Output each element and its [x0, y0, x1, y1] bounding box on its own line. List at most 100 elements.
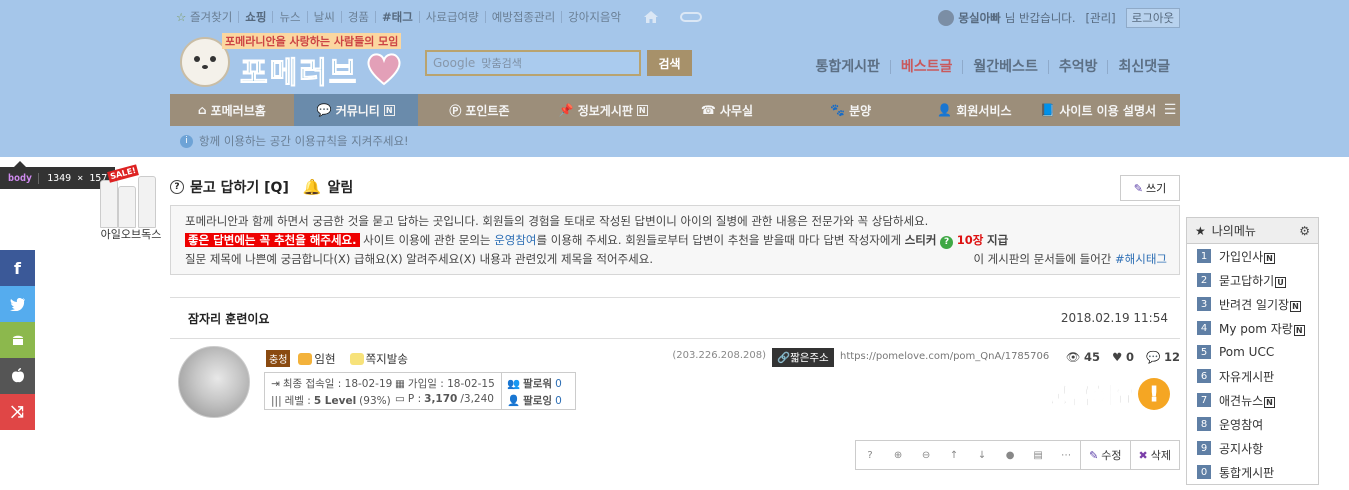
operation-link[interactable]: 운영참여 — [494, 233, 536, 247]
alarm-link[interactable]: 알림 — [328, 177, 354, 197]
nav-info-board[interactable]: 📌 정보게시판 N — [541, 94, 665, 126]
eye-icon: 👁 — [1065, 350, 1081, 364]
new-badge-icon: N — [383, 104, 395, 116]
favorites-link[interactable]: ☆ 즐겨찾기 — [170, 11, 240, 23]
nav-home[interactable]: ⌂ 포메러브홈 — [170, 94, 294, 126]
help-icon[interactable]: ? — [856, 450, 884, 461]
my-menu-header: ★ 나의메뉴 ⚙ — [1187, 218, 1318, 244]
x-icon: ✖ — [1138, 448, 1148, 462]
delete-button[interactable]: ✖ 삭제 — [1129, 441, 1179, 469]
desc-line-1: 포메라니안과 함께 하면서 궁금한 것을 묻고 답하는 곳입니다. 회원들의 경… — [185, 214, 929, 228]
nav-site-guide[interactable]: 📘 사이트 이용 설명서 — [1036, 94, 1160, 126]
quick-link-memories[interactable]: 추억방 — [1049, 60, 1109, 74]
zoom-out-icon[interactable]: ⊖ — [912, 450, 940, 461]
nav-community[interactable]: 💬 커뮤니티 N — [293, 94, 418, 126]
menu-number: 3 — [1197, 297, 1211, 311]
shopping-link[interactable]: 쇼핑 — [239, 11, 274, 23]
quick-link-monthly-best[interactable]: 월간베스트 — [963, 60, 1049, 74]
nav-adoption[interactable]: 🐾 분양 — [789, 94, 913, 126]
top-bar: ☆ 즐겨찾기 쇼핑 뉴스 날씨 경품 #태그 사료급여량 예방접종관리 강아지음… — [170, 0, 1180, 34]
login-icon: ⇥ — [271, 377, 280, 390]
edit-button[interactable]: ✎ 수정 — [1080, 441, 1129, 469]
home-icon — [644, 11, 659, 23]
home-button[interactable] — [635, 6, 667, 28]
post-header: 잠자리 훈련이요 2018.02.19 11:54 — [170, 297, 1180, 339]
card-icon: ▭ — [395, 393, 405, 405]
follower-info[interactable]: 👥 팔로워 0 — [507, 376, 562, 391]
send-message-button[interactable]: 쪽지발송 — [349, 351, 408, 367]
devtools-tag: body — [8, 172, 33, 184]
logo-row: 포메라니안을 사랑하는 사람들의 모임 포메러브 Google 맞춤검색 검색 … — [170, 30, 1180, 92]
hashtag-link[interactable]: #해시태그 — [1115, 252, 1167, 266]
facebook-icon[interactable]: f — [0, 250, 35, 286]
side-ad[interactable]: SALE! 아일오브독스 — [96, 164, 166, 241]
search-button[interactable]: 검색 — [647, 50, 692, 76]
menu-label: 통합게시판 — [1219, 465, 1275, 480]
author-link[interactable]: 임현 — [298, 351, 336, 367]
nav-office[interactable]: ☎ 사무실 — [665, 94, 789, 126]
ad-bottle — [100, 180, 118, 228]
apple-icon[interactable] — [0, 358, 35, 394]
badge-icon: N — [1293, 324, 1305, 336]
menu-item[interactable]: 1 가입인사 N — [1187, 244, 1318, 268]
shuffle-icon[interactable]: ⤨ — [0, 394, 35, 430]
twitter-icon[interactable] — [0, 286, 35, 322]
view-count: 👁 45 — [1065, 350, 1101, 364]
author-profile: 충청 임현 쪽지발송 ⇥ 최종 접속일 : 18-02-19 ▦ 가입일 : 18-… — [170, 346, 1180, 426]
avatar[interactable] — [178, 346, 250, 418]
vaccination-link[interactable]: 예방접종관리 — [486, 11, 563, 23]
menu-number: 1 — [1197, 249, 1211, 263]
quick-link-latest-comments[interactable]: 최신댓글 — [1108, 60, 1170, 74]
nav-point-zone[interactable]: Ⓟ 포인트존 — [418, 94, 542, 126]
arrow-up-icon[interactable]: ↑ — [940, 450, 968, 461]
menu-item[interactable]: 9 공지사항 — [1187, 436, 1318, 460]
more-icon[interactable]: ⋯ — [1052, 450, 1080, 461]
zoom-in-icon[interactable]: ⊕ — [884, 450, 912, 461]
print-icon[interactable]: ▤ — [1024, 450, 1052, 461]
post-url[interactable]: https://pomelove.com/pom_QnA/1785706 — [840, 351, 1049, 362]
info-icon: i — [180, 134, 193, 148]
logout-button[interactable]: 로그아웃 — [1125, 8, 1180, 28]
feed-amount-link[interactable]: 사료급여량 — [420, 11, 486, 23]
short-url-button[interactable]: 🔗짧은주소 — [772, 348, 834, 367]
prize-link[interactable]: 경품 — [342, 11, 376, 23]
site-logo[interactable]: 포메라니안을 사랑하는 사람들의 모임 포메러브 — [170, 30, 410, 92]
notice-bar: i 항께 이용하는 공간 이용규칙을 지켜주세요! — [170, 126, 1180, 156]
menu-item[interactable]: 2 묻고답하기 U — [1187, 268, 1318, 292]
main-nav: ⌂ 포메러브홈 💬 커뮤니티 N Ⓟ 포인트존 📌 정보게시판 N ☎ 사무실 🐾 분양 👤 회원… — [170, 94, 1180, 126]
menu-item[interactable]: 6 자유게시판 — [1187, 364, 1318, 388]
quick-link-best[interactable]: 베스트글 — [891, 60, 964, 74]
search-placeholder: 맞춤검색 — [481, 57, 522, 70]
tag-link[interactable]: #태그 — [376, 11, 420, 23]
weather-link[interactable]: 날씨 — [308, 11, 342, 23]
dog-music-link[interactable]: 강아지음악 — [562, 11, 627, 23]
menu-item[interactable]: 5 Pom UCC — [1187, 340, 1318, 364]
comment-icon[interactable]: ● — [996, 450, 1024, 461]
following-info[interactable]: 👤 팔로잉 0 — [507, 393, 562, 408]
point-icon: Ⓟ — [449, 103, 462, 118]
menu-item[interactable]: 3 반려견 일기장 N — [1187, 292, 1318, 316]
question-sticker-icon: ? — [940, 236, 954, 249]
gear-icon[interactable]: ⚙ — [1299, 224, 1310, 238]
news-link[interactable]: 뉴스 — [273, 11, 308, 23]
admin-link[interactable]: [관리] — [1086, 10, 1116, 26]
android-icon[interactable] — [0, 322, 35, 358]
menu-number: 7 — [1197, 393, 1211, 407]
nav-member-service[interactable]: 👤 회원서비스 — [913, 94, 1037, 126]
share-bar: f ⤨ — [0, 250, 35, 430]
mobile-toggle-button[interactable] — [675, 6, 707, 28]
calendar-icon: ▦ — [395, 377, 405, 390]
heart-icon — [367, 53, 401, 86]
search-input[interactable]: Google 맞춤검색 — [425, 50, 641, 76]
write-button[interactable]: ✎ 쓰기 — [1120, 175, 1180, 201]
arrow-down-icon[interactable]: ↓ — [968, 450, 996, 461]
menu-item[interactable]: 0 통합게시판 — [1187, 460, 1318, 484]
menu-item[interactable]: 4 My pom 자랑 N — [1187, 316, 1318, 340]
badge-icon: N — [1264, 396, 1275, 408]
menu-item[interactable]: 7 애견뉴스 N — [1187, 388, 1318, 412]
quick-link-all-boards[interactable]: 통합게시판 — [805, 60, 891, 74]
menu-item[interactable]: 8 운영참여 — [1187, 412, 1318, 436]
pin-icon: 📌 — [558, 103, 574, 117]
chat-icon: 💬 — [316, 103, 332, 117]
menu-icon[interactable]: ☰ — [1160, 94, 1180, 126]
